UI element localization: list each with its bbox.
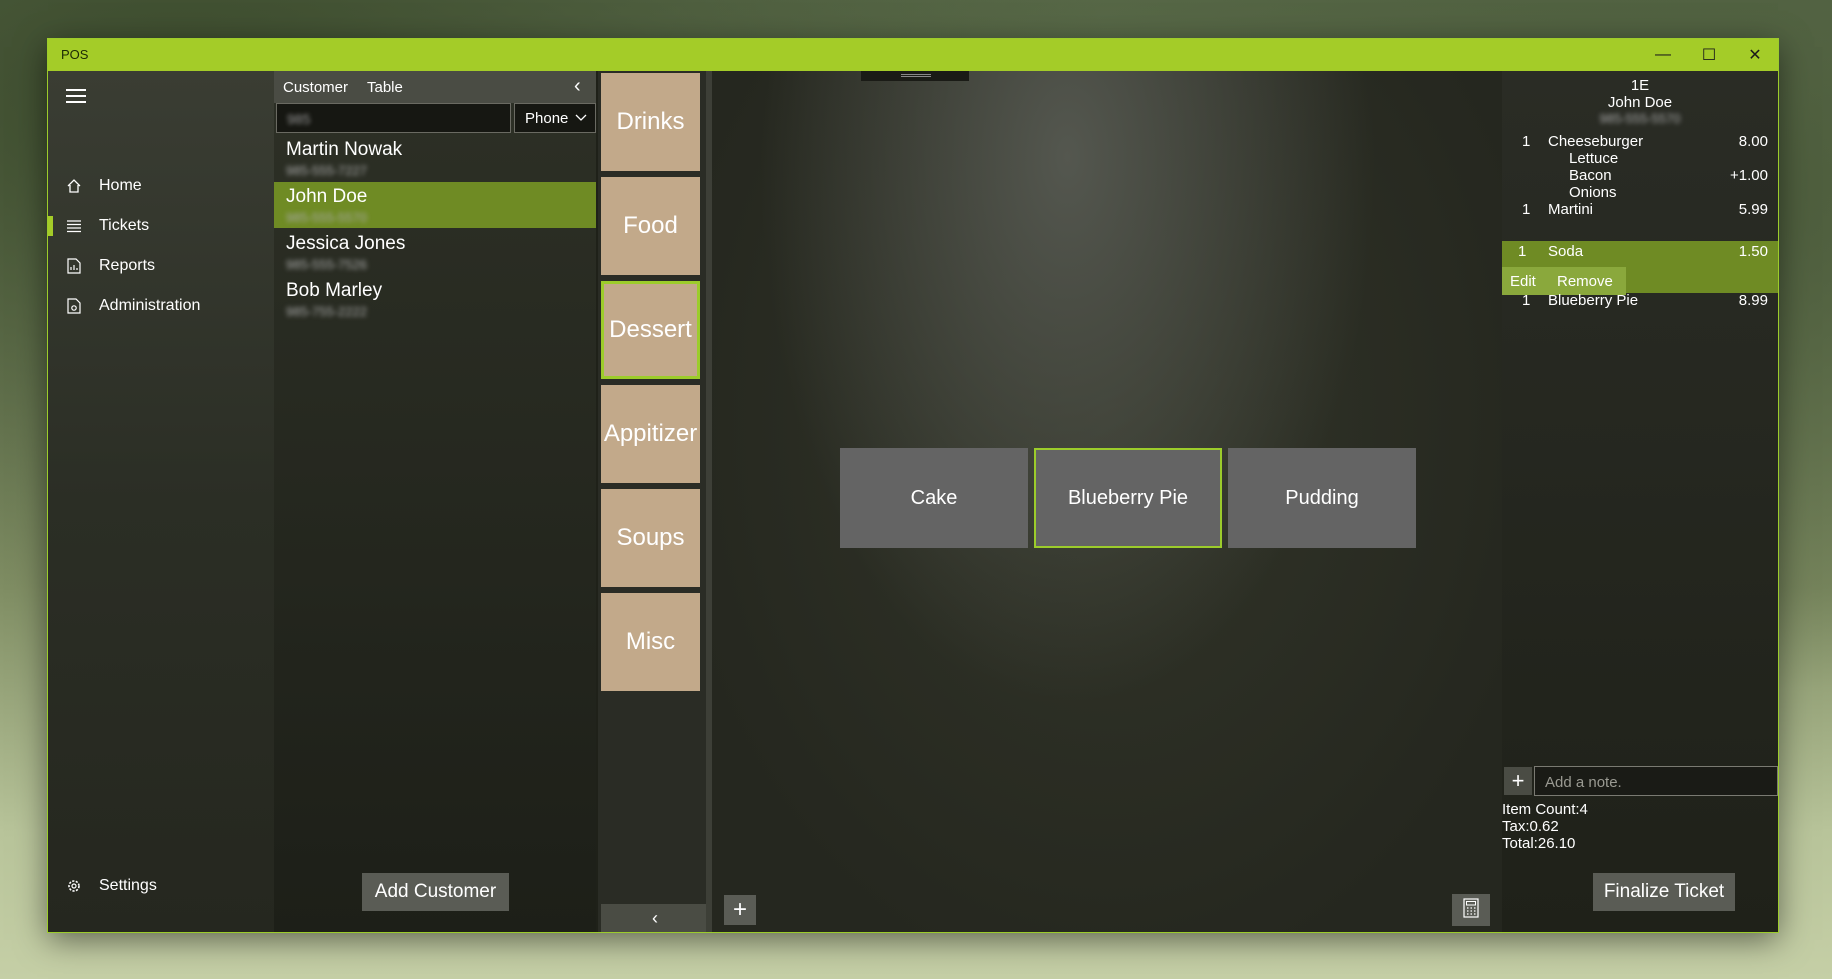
ticket-line[interactable]: 1 Blueberry Pie 8.99 [1502,292,1778,312]
customer-phone: 985-555-7526 [286,257,367,272]
chevron-down-icon [575,110,587,127]
calculator-button[interactable] [1452,894,1490,926]
category-soups[interactable]: Soups [601,489,700,587]
line-desc: Soda [1548,243,1584,260]
selected-ticket-line[interactable]: 1 Soda 1.50 Edit Remove [1502,241,1778,295]
note-input[interactable] [1535,767,1789,797]
collapse-categories-button[interactable]: ‹ [601,904,709,932]
add-customer-button[interactable]: Add Customer [362,873,509,911]
nav-item-reports[interactable]: Reports [48,246,274,286]
category-dessert[interactable]: Dessert [601,281,700,379]
nav-item-label: Home [99,177,142,194]
remove-line-button[interactable]: Remove [1544,267,1626,295]
nav-item-home[interactable]: Home [48,166,274,206]
report-icon [65,258,83,274]
customer-phone: 985-755-2222 [286,304,367,319]
ticket-line[interactable]: 1 Martini 5.99 [1502,201,1778,221]
customer-list-item[interactable]: John Doe 985-555-5570 [274,182,596,228]
customer-name: Jessica Jones [286,233,406,254]
nav-item-label: Administration [99,297,201,314]
customer-list-item[interactable]: Bob Marley 985-755-2222 [274,276,596,322]
add-note-button[interactable]: + [1504,767,1532,795]
collapse-panel-button[interactable]: ‹ [574,75,581,98]
line-price: 1.50 [1738,243,1768,260]
customer-name: Bob Marley [286,280,383,301]
modifier-desc: Onions [1569,184,1617,201]
ticket-customer: John Doe [1607,94,1673,111]
tax-amount: Tax:0.62 [1502,818,1559,835]
product-cake[interactable]: Cake [840,448,1028,548]
note-field[interactable] [1534,766,1789,797]
title-bar[interactable]: POS — ☐ ✕ [48,39,1778,71]
line-price: 5.99 [1738,201,1768,218]
line-qty: 1 [1522,133,1531,150]
customer-list-item[interactable]: Martin Nowak 985-555-7227 [274,135,596,181]
nav-item-tickets[interactable]: Tickets [48,206,274,246]
product-blueberry-pie[interactable]: Blueberry Pie [1034,448,1222,548]
item-count: Item Count:4 [1502,801,1588,818]
search-filter-value: Phone [525,109,569,127]
line-qty: 1 [1522,292,1531,309]
line-qty: 1 [1522,201,1531,218]
line-desc: Cheeseburger [1548,133,1644,150]
add-product-button[interactable]: + [724,895,756,925]
product-grid: Cake Blueberry Pie Pudding + [712,71,1502,932]
nav-item-settings[interactable]: Settings [48,866,274,906]
category-drinks[interactable]: Drinks [601,73,700,171]
calculator-icon [1463,897,1479,923]
ticket-customer-phone: 985-555-5570 [1599,111,1681,126]
tab-table[interactable]: Table [367,79,403,96]
navigation-pane: Home Tickets Reports Administration Sett… [48,71,274,932]
gear-icon [65,878,83,894]
search-filter-dropdown[interactable]: Phone [514,103,596,133]
maximize-button[interactable]: ☐ [1686,39,1732,71]
customer-phone: 985-555-5570 [286,210,367,225]
nav-item-label: Settings [99,877,157,894]
category-food[interactable]: Food [601,177,700,275]
admin-icon [65,298,83,314]
line-desc: Blueberry Pie [1548,292,1639,309]
category-appitizer[interactable]: Appitizer [601,385,700,483]
category-misc[interactable]: Misc [601,593,700,691]
drag-handle[interactable] [861,71,969,81]
customer-search-input[interactable] [277,104,522,134]
ticket-panel: 1E John Doe 985-555-5570 1 Cheeseburger … [1502,71,1789,932]
ticket-line[interactable]: 1 Soda 1.50 [1502,243,1778,263]
customer-panel: Customer Table ‹ Phone Martin Nowak 985-… [274,71,596,932]
line-desc: Martini [1548,201,1594,218]
customer-panel-header: Customer Table ‹ [274,71,596,103]
list-icon [65,219,83,233]
nav-item-administration[interactable]: Administration [48,286,274,326]
customer-name: John Doe [286,186,368,207]
tab-customer[interactable]: Customer [283,79,348,96]
close-button[interactable]: ✕ [1732,39,1778,71]
ticket-table: 1E [1630,77,1650,94]
modifier-desc: Bacon [1569,167,1612,184]
finalize-ticket-button[interactable]: Finalize Ticket [1593,873,1735,911]
nav-item-label: Reports [99,257,156,274]
customer-name: Martin Nowak [286,139,403,160]
modifier-desc: Lettuce [1569,150,1619,167]
total-amount: Total:26.10 [1502,835,1576,852]
window-title: POS [61,47,89,62]
minimize-button[interactable]: — [1640,39,1686,71]
line-qty: 1 [1518,243,1527,260]
pos-window: POS — ☐ ✕ Home Tickets Reports Administr… [48,39,1789,932]
product-pudding[interactable]: Pudding [1228,448,1416,548]
customer-phone: 985-555-7227 [286,163,367,178]
edit-line-button[interactable]: Edit [1502,267,1544,295]
customer-list-item[interactable]: Jessica Jones 985-555-7526 [274,229,596,275]
home-icon [65,178,83,194]
modifier-price: +1.00 [1730,167,1768,184]
nav-item-label: Tickets [99,217,150,234]
line-price: 8.99 [1738,292,1768,309]
hamburger-menu-icon[interactable] [66,89,86,107]
line-price: 8.00 [1738,133,1768,150]
customer-search-box[interactable] [276,103,522,134]
